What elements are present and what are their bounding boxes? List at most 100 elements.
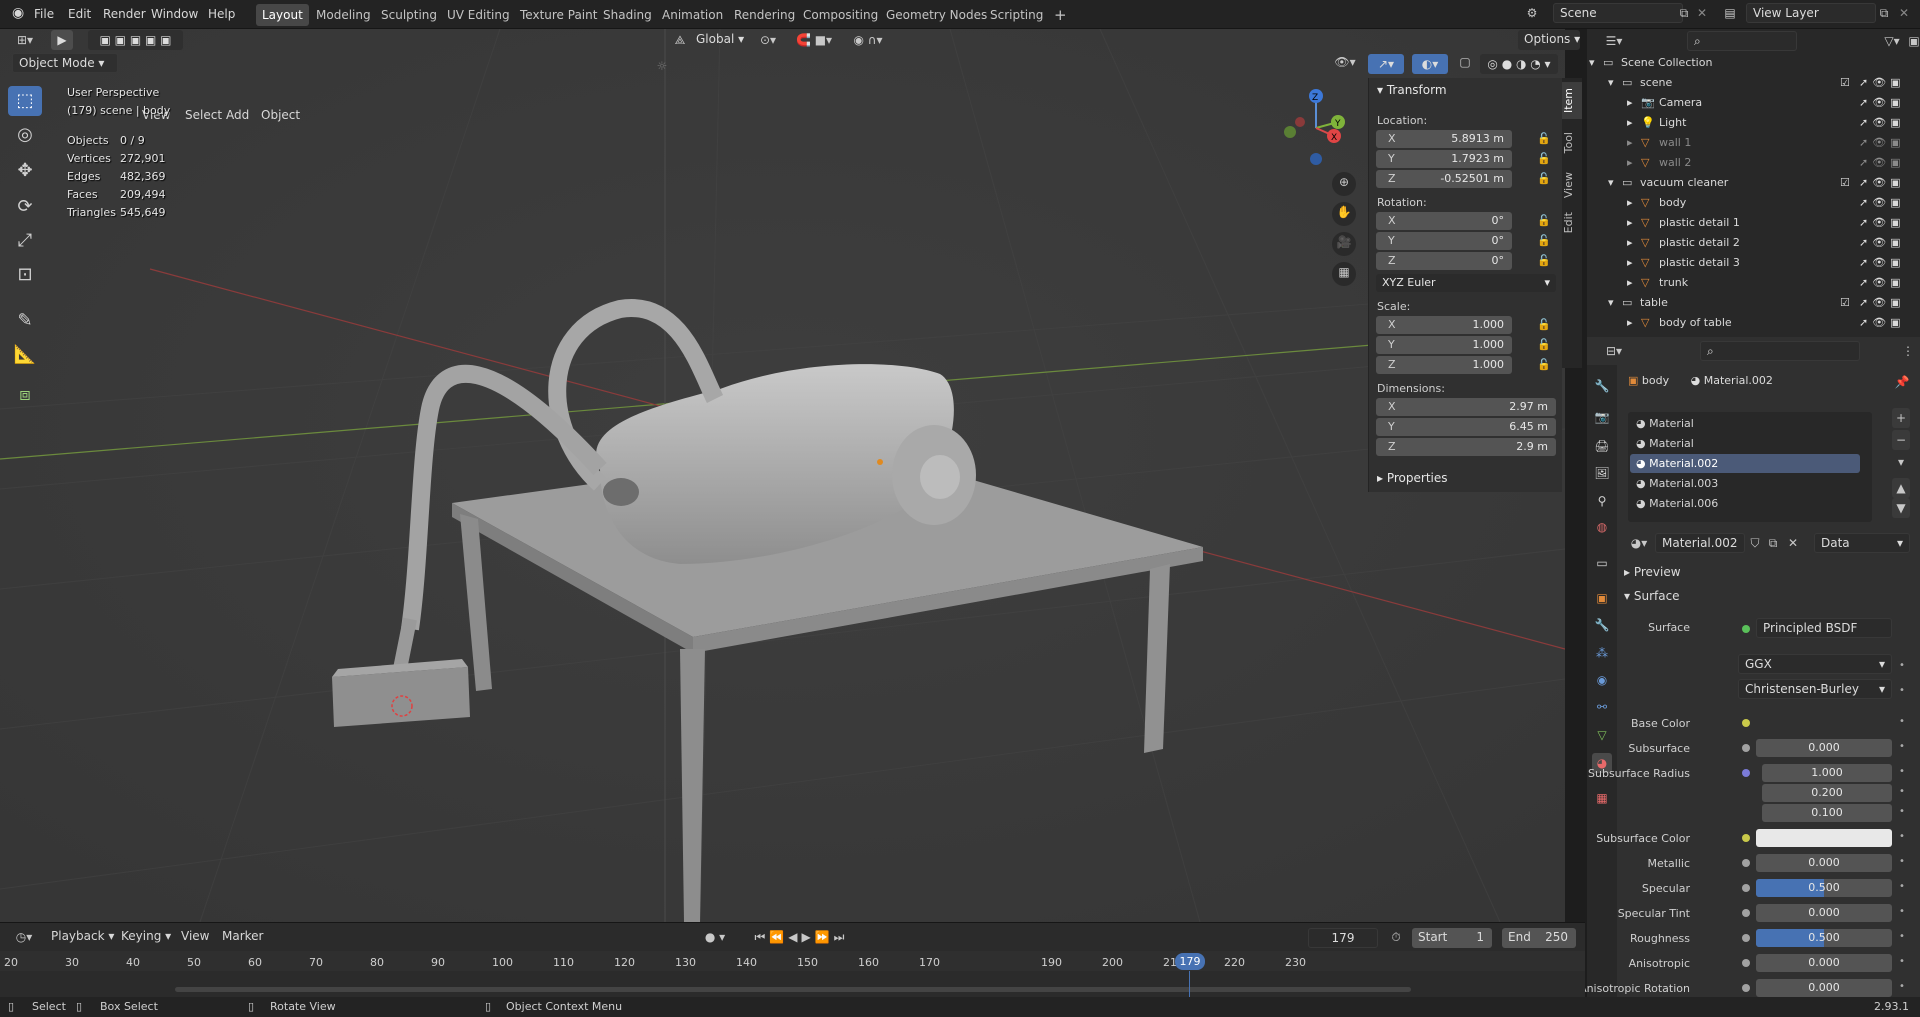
param-value-field[interactable]: 0.000 — [1756, 854, 1892, 872]
pivot-point-icon[interactable]: ⊙▾ — [754, 30, 782, 50]
keyframe-dot-icon[interactable]: • — [1899, 806, 1905, 817]
tab-texture-paint[interactable]: Texture Paint — [514, 4, 603, 26]
location-y-field[interactable]: Y 1.7923 m — [1376, 150, 1512, 168]
keyframe-dot-icon[interactable]: • — [1899, 831, 1905, 842]
outliner-row[interactable]: ▸ ▽ wall 2 ➚👁▣ — [1587, 153, 1920, 173]
move-tool-icon[interactable]: ✥ — [8, 156, 42, 186]
param-value-field[interactable]: 0.500 — [1756, 879, 1892, 897]
exclude-checkbox[interactable]: ☑ — [1840, 293, 1850, 313]
socket-icon[interactable] — [1742, 934, 1750, 942]
view-layer-field[interactable]: View Layer — [1746, 3, 1876, 23]
end-frame-field[interactable]: End 250 — [1502, 928, 1576, 948]
visibility-toggles[interactable]: ➚👁▣ — [1859, 93, 1905, 113]
subsurface-method-dropdown[interactable]: Christensen-Burley ▾ — [1738, 679, 1892, 699]
tab-shading[interactable]: Shading — [597, 4, 658, 26]
proportional-edit-icon[interactable]: ◉ ∩▾ — [848, 30, 888, 50]
select-tool-icon[interactable]: ▶ — [51, 30, 73, 50]
outliner-row[interactable]: ▸ ▽ body of table ➚👁▣ — [1587, 313, 1920, 333]
move-down-icon[interactable]: ▼ — [1892, 498, 1910, 518]
link-dropdown[interactable]: Data ▾ — [1814, 533, 1910, 553]
param-value-field[interactable]: 1.000 — [1762, 764, 1892, 782]
keyframe-dot-icon[interactable]: • — [1899, 660, 1905, 671]
properties-editor-icon[interactable]: ⊟▾ — [1601, 341, 1627, 361]
socket-icon[interactable] — [1742, 884, 1750, 892]
menu-object[interactable]: Object — [256, 106, 305, 124]
param-value-field[interactable]: 0.000 — [1756, 954, 1892, 972]
playhead-frame[interactable]: 179 — [1175, 953, 1205, 970]
param-value-field[interactable]: 0.000 — [1756, 979, 1892, 997]
timeline-scrollbar[interactable] — [175, 987, 1411, 992]
exclude-checkbox[interactable]: ☑ — [1840, 73, 1850, 93]
add-cube-tool-icon[interactable]: ⧈ — [8, 380, 42, 410]
tab-geometry-nodes[interactable]: Geometry Nodes — [880, 4, 993, 26]
visibility-toggles[interactable]: ➚👁▣ — [1859, 133, 1905, 153]
object-tab-icon[interactable]: ▣ — [1592, 588, 1612, 608]
fake-user-shield-icon[interactable]: ⛉ — [1746, 533, 1764, 553]
preview-panel-header[interactable]: ▸ Preview — [1624, 565, 1681, 579]
visibility-toggles[interactable]: ➚👁▣ — [1859, 173, 1905, 193]
outliner-row[interactable]: ▾ ▭ scene ☑ ➚👁▣ — [1587, 73, 1920, 93]
material-slot[interactable]: ◕ Material — [1630, 434, 1860, 453]
transform-orientation-dropdown[interactable]: Global ▾ — [690, 30, 748, 50]
tab-uv-editing[interactable]: UV Editing — [441, 4, 516, 26]
lock-icon[interactable]: 🔓 — [1537, 172, 1551, 185]
transform-header[interactable]: ▾ Transform — [1377, 83, 1447, 97]
overlay-toggle-icon[interactable]: ◐▾ — [1412, 54, 1448, 74]
param-value-field[interactable]: 0.200 — [1762, 784, 1892, 802]
visibility-toggles[interactable]: ➚👁▣ — [1859, 253, 1905, 273]
keyframe-dot-icon[interactable]: • — [1899, 741, 1905, 752]
lock-icon[interactable]: 🔓 — [1537, 358, 1551, 371]
menu-edit[interactable]: Edit — [64, 5, 95, 24]
socket-icon[interactable] — [1742, 744, 1750, 752]
add-slot-icon[interactable]: + — [1892, 408, 1910, 428]
menu-render[interactable]: Render — [99, 5, 150, 24]
expand-arrow-icon[interactable]: ▸ — [1627, 233, 1633, 253]
duplicate-view-layer-icon[interactable]: ⧉ — [1876, 3, 1892, 23]
keyframe-dot-icon[interactable]: • — [1899, 906, 1905, 917]
scale-z-field[interactable]: Z 1.000 — [1376, 356, 1512, 374]
new-collection-icon[interactable]: ▣ — [1907, 31, 1920, 51]
tab-sculpting[interactable]: Sculpting — [375, 4, 443, 26]
scene-tab-icon[interactable]: ⚲ — [1592, 491, 1612, 511]
socket-icon[interactable] — [1742, 959, 1750, 967]
select-box-tool-icon[interactable]: ⬚ — [8, 86, 42, 116]
annotate-tool-icon[interactable]: ✎ — [8, 306, 42, 336]
distribution-dropdown[interactable]: GGX ▾ — [1738, 654, 1892, 674]
dimensions-z-field[interactable]: Z 2.9 m — [1376, 438, 1556, 456]
view-layer-icon[interactable]: ▤ — [1720, 3, 1740, 23]
editor-type-icon[interactable]: ⊞▾ — [12, 30, 38, 50]
keyframe-dot-icon[interactable]: • — [1899, 931, 1905, 942]
data-tab-icon[interactable]: ▽ — [1592, 725, 1612, 745]
auto-keying-icon[interactable]: ● ▾ — [700, 927, 730, 947]
tab-animation[interactable]: Animation — [656, 4, 729, 26]
outliner-row[interactable]: ▸ ▽ plastic detail 1 ➚👁▣ — [1587, 213, 1920, 233]
location-x-field[interactable]: X 5.8913 m — [1376, 130, 1512, 148]
start-frame-field[interactable]: Start 1 — [1412, 928, 1492, 948]
material-slot[interactable]: ◕ Material.006 — [1630, 494, 1860, 513]
tab-edit[interactable]: Edit — [1562, 206, 1582, 239]
menu-window[interactable]: Window — [147, 5, 202, 24]
output-tab-icon[interactable]: 🖨 — [1592, 436, 1612, 456]
outliner-row[interactable]: ▸ ▽ trunk ➚👁▣ — [1587, 273, 1920, 293]
keyframe-dot-icon[interactable]: • — [1899, 716, 1905, 727]
visibility-toggles[interactable]: ➚👁▣ — [1859, 293, 1905, 313]
gizmo-toggle-icon[interactable]: ↗▾ — [1368, 54, 1404, 74]
lock-icon[interactable]: 🔓 — [1537, 318, 1551, 331]
remove-scene-icon[interactable]: ✕ — [1694, 3, 1710, 23]
expand-arrow-icon[interactable]: ▸ — [1627, 273, 1633, 293]
exclude-checkbox[interactable]: ☑ — [1840, 173, 1850, 193]
slot-specials-icon[interactable]: ▾ — [1892, 452, 1910, 472]
frame-ruler[interactable] — [0, 951, 1585, 971]
visibility-toggles[interactable]: ➚👁▣ — [1859, 153, 1905, 173]
visibility-toggles[interactable]: ➚👁▣ — [1859, 213, 1905, 233]
keyframe-dot-icon[interactable]: • — [1899, 881, 1905, 892]
scale-y-field[interactable]: Y 1.000 — [1376, 336, 1512, 354]
keyframe-dot-icon[interactable]: • — [1899, 766, 1905, 777]
outliner-row[interactable]: ▸ 📷 Camera ➚👁▣ — [1587, 93, 1920, 113]
expand-arrow-icon[interactable]: ▸ — [1627, 193, 1633, 213]
transform-tool-icon[interactable]: ⊡ — [8, 260, 42, 290]
rotate-tool-icon[interactable]: ⟳ — [8, 192, 42, 222]
object-mode-dropdown[interactable]: Object Mode ▾ — [12, 53, 118, 73]
move-up-icon[interactable]: ▲ — [1892, 478, 1910, 498]
socket-icon[interactable] — [1742, 984, 1750, 992]
